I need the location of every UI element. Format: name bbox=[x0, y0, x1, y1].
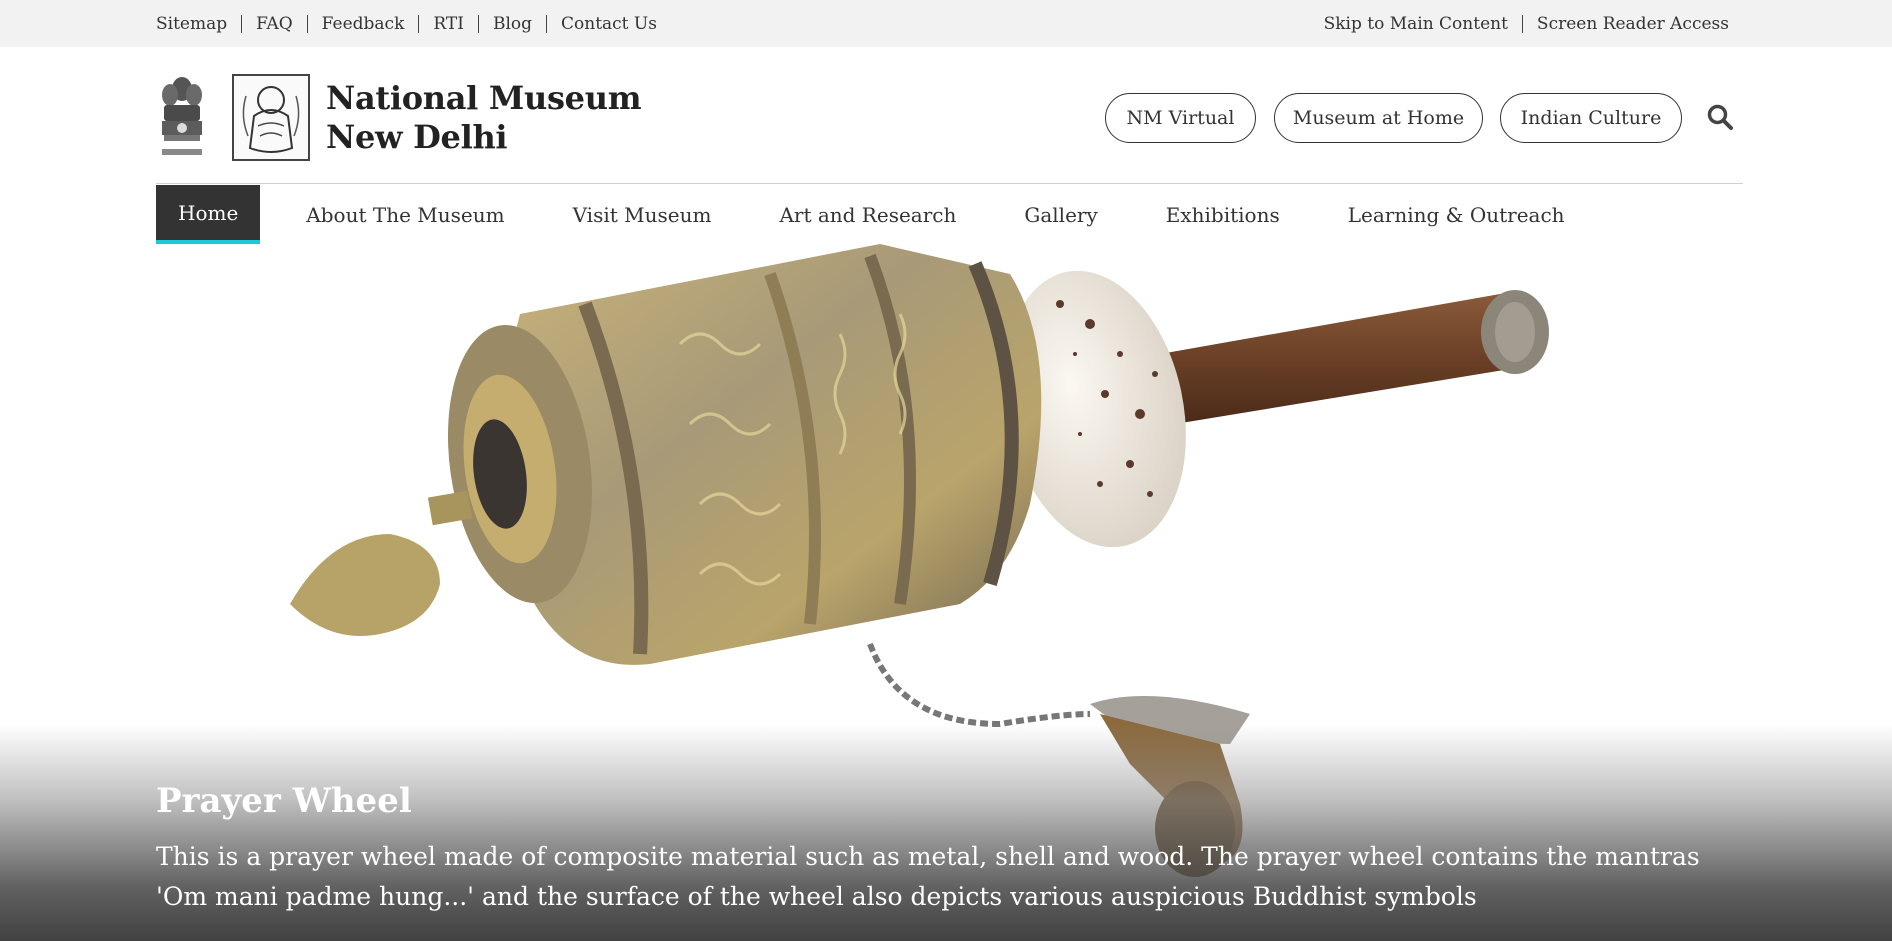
screen-reader-access-link[interactable]: Screen Reader Access bbox=[1537, 14, 1729, 34]
state-emblem-icon[interactable] bbox=[156, 73, 208, 163]
nm-virtual-button[interactable]: NM Virtual bbox=[1105, 93, 1256, 143]
slide-description: This is a prayer wheel made of composite… bbox=[156, 842, 1700, 911]
nav-item-learning-outreach[interactable]: Learning & Outreach bbox=[1314, 185, 1599, 244]
hero-slider[interactable]: Prayer Wheel This is a prayer wheel made… bbox=[0, 244, 1892, 941]
faq-link[interactable]: FAQ bbox=[256, 14, 293, 34]
header-divider bbox=[156, 183, 1743, 184]
site-header: National Museum New Delhi NM Virtual Mus… bbox=[0, 47, 1892, 185]
divider bbox=[477, 14, 479, 33]
divider bbox=[1521, 14, 1523, 33]
divider bbox=[241, 14, 243, 33]
sitemap-link[interactable]: Sitemap bbox=[156, 14, 227, 34]
nav-item-visit-museum[interactable]: Visit Museum bbox=[539, 185, 746, 244]
utility-links-left: Sitemap FAQ Feedback RTI Blog Contact Us bbox=[156, 0, 657, 47]
nav-item-home[interactable]: Home bbox=[156, 185, 261, 244]
site-title-line2: New Delhi bbox=[326, 118, 508, 156]
nav-item-about-the-museum[interactable]: About The Museum bbox=[284, 185, 538, 244]
top-utility-bar: Sitemap FAQ Feedback RTI Blog Contact Us… bbox=[0, 0, 1892, 47]
museum-at-home-button[interactable]: Museum at Home bbox=[1274, 93, 1483, 143]
slide-title: Prayer Wheel bbox=[156, 781, 412, 821]
search-icon[interactable] bbox=[1706, 103, 1734, 131]
feedback-link[interactable]: Feedback bbox=[322, 14, 405, 34]
museum-logo-icon[interactable] bbox=[232, 74, 310, 161]
skip-to-main-content-link[interactable]: Skip to Main Content bbox=[1324, 14, 1508, 34]
nav-item-art-and-research[interactable]: Art and Research bbox=[745, 185, 990, 244]
divider bbox=[306, 14, 308, 33]
contact-us-link[interactable]: Contact Us bbox=[561, 14, 657, 34]
divider bbox=[418, 14, 420, 33]
site-title[interactable]: National Museum New Delhi bbox=[326, 79, 642, 157]
nav-item-exhibitions[interactable]: Exhibitions bbox=[1132, 185, 1314, 244]
blog-link[interactable]: Blog bbox=[493, 14, 532, 34]
site-title-line1: National Museum bbox=[326, 79, 642, 117]
utility-links-right: Skip to Main Content Screen Reader Acces… bbox=[1324, 0, 1729, 47]
indian-culture-button[interactable]: Indian Culture bbox=[1500, 93, 1682, 143]
nav-item-gallery[interactable]: Gallery bbox=[990, 185, 1131, 244]
rti-link[interactable]: RTI bbox=[433, 14, 464, 34]
main-nav: Home About The Museum Visit Museum Art a… bbox=[156, 185, 1599, 244]
divider bbox=[546, 14, 547, 33]
